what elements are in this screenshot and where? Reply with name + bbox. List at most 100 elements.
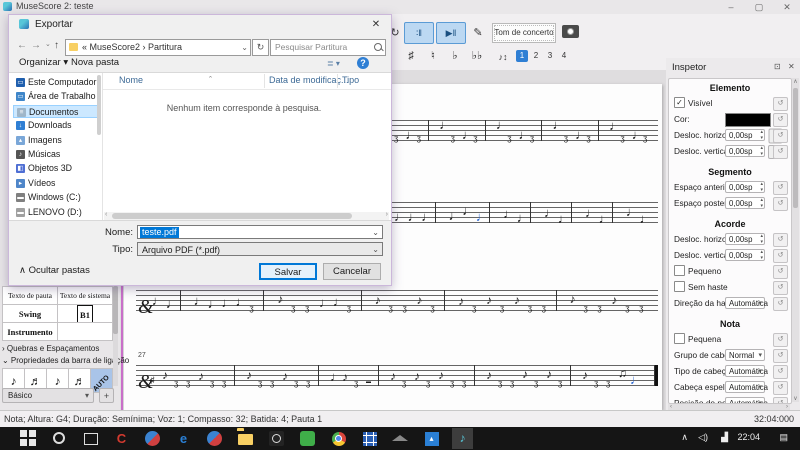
search-input[interactable]: Pesquisar Partitura <box>270 39 386 56</box>
voice-button-1[interactable]: 1 <box>516 50 528 62</box>
add-workspace-button[interactable]: + <box>99 388 114 403</box>
sidebar-item-downloads[interactable]: ↓Downloads <box>13 119 99 132</box>
chevron-down-icon[interactable]: ⌄ <box>241 40 248 55</box>
speaker-icon[interactable]: ◁) <box>698 432 708 443</box>
accidental-double-flat-icon[interactable]: ♭♭ <box>470 48 484 64</box>
voice-button-4[interactable]: 4 <box>558 50 570 62</box>
staff-system-1[interactable]: ʒ♩ʒ♩ʒ♩ʒ♩ʒ♩ʒ♩ʒ♩ʒ♩ʒ♩ʒ <box>392 120 658 141</box>
reset-button[interactable]: ↺ <box>773 129 788 143</box>
select-tipo-de-cabe-a-[interactable]: Automática▾ <box>725 365 765 377</box>
tree-item-propriedades-da-barra-de-liga-o[interactable]: ⌄ Propriedades da barra de ligação <box>2 356 129 365</box>
sidebar-item--rea-de-trabalho[interactable]: ▭Área de Trabalho <box>13 90 99 103</box>
refresh-button[interactable]: ↻ <box>252 39 269 56</box>
close-panel-icon[interactable]: ✕ <box>788 62 795 71</box>
reset-button[interactable]: ↺ <box>773 249 788 263</box>
new-folder-button[interactable]: Nova pasta <box>71 57 119 68</box>
tray-chevron-icon[interactable]: ∧ <box>681 432 688 443</box>
help-icon[interactable]: ? <box>357 57 369 69</box>
palette-cell-texto-de-sistema[interactable]: Texto de sistema <box>57 286 113 305</box>
reset-button[interactable]: ↺ <box>773 365 788 379</box>
view-options-icon[interactable]: ≣ ▾ <box>327 59 349 69</box>
spinbox-desloc-vertical-[interactable]: 0,00sp▴▾ <box>725 249 765 261</box>
checkbox-pequeno[interactable] <box>674 265 685 276</box>
palette-cell-b1[interactable]: B1 <box>57 304 113 323</box>
taskbar-icon-photos[interactable]: ▴ <box>423 430 440 447</box>
concert-pitch-button[interactable]: Tom de concerto <box>492 23 556 43</box>
reset-button[interactable]: ↺ <box>773 233 788 247</box>
search-icon[interactable] <box>374 43 382 51</box>
column-name[interactable]: Nome <box>119 75 143 85</box>
checkbox-pequena[interactable] <box>674 333 685 344</box>
sidebar-item-imagens[interactable]: ▴Imagens <box>13 134 99 147</box>
reset-button[interactable]: ↺ <box>773 349 788 363</box>
save-button[interactable]: Salvar <box>259 263 317 280</box>
chevron-down-icon[interactable]: ▾ <box>758 350 762 362</box>
organize-button[interactable]: Organizar ▾ <box>19 57 68 68</box>
workspace-select[interactable]: Básico ▾ <box>2 388 94 403</box>
metronome-button[interactable]: ✎ <box>468 22 488 44</box>
staff-system-3[interactable]: &♩♩♩♩♩♩ʒ♪ʒʒ♩♩ʒ♪ʒʒ♪ʒ♪ʒ♪ʒ♪ʒʒ♪ʒʒ♪ʒʒ <box>136 290 658 311</box>
sidebar-item-este-computador[interactable]: ▭Este Computador <box>13 76 99 89</box>
sidebar-item-v-deos[interactable]: ▸Vídeos <box>13 177 99 190</box>
clock-time[interactable]: 22:04 <box>737 432 760 442</box>
play-repeats-button[interactable]: ▶‖ <box>436 22 466 44</box>
palette-cell-empty[interactable] <box>57 322 113 341</box>
reset-button[interactable]: ↺ <box>773 397 788 404</box>
taskbar-icon-file-explorer[interactable] <box>237 430 254 447</box>
spinbox-desloc-horizontal-[interactable]: 0,00sp▴▾ <box>725 129 765 141</box>
taskbar-icon-chrome[interactable] <box>330 430 347 447</box>
taskbar-icon-task-view[interactable] <box>82 430 99 447</box>
chevron-down-icon[interactable]: ▾ <box>758 382 762 394</box>
taskbar-icon-musescore[interactable]: ♪ <box>454 430 471 447</box>
inspector-vscrollbar[interactable]: ∧ ∨ <box>792 78 799 402</box>
hide-folders-button[interactable]: ∧ Ocultar pastas <box>19 265 90 276</box>
sidebar-item-documentos[interactable]: ≡Documentos <box>13 105 99 118</box>
sidebar-item-objetos-3d[interactable]: ◧Objetos 3D <box>13 162 99 175</box>
reset-button[interactable]: ↺ <box>773 281 788 295</box>
taskbar-icon-office[interactable] <box>361 430 378 447</box>
accidental-flat-icon[interactable]: ♭ <box>448 48 462 64</box>
breadcrumb[interactable]: « MuseScore2 › Partitura ⌄ <box>65 39 251 56</box>
taskbar-icon-app-paint[interactable] <box>206 430 223 447</box>
sidebar-item-lenovo-d-[interactable]: ▬LENOVO (D:) <box>13 206 99 219</box>
checkbox-vis-vel[interactable]: ✓ <box>674 97 685 108</box>
voice-button-2[interactable]: 2 <box>530 50 542 62</box>
taskbar-icon-app-sphere[interactable] <box>144 430 161 447</box>
reset-button[interactable]: ↺ <box>773 113 788 127</box>
voice-button-3[interactable]: 3 <box>544 50 556 62</box>
accidental-sharp-icon[interactable]: ♯ <box>404 48 418 64</box>
column-type[interactable]: Tipo <box>342 75 359 85</box>
forward-icon[interactable]: → <box>31 40 41 51</box>
file-list-hscrollbar[interactable]: ‹› <box>104 212 389 220</box>
spin-stepper[interactable]: ▴▾ <box>760 145 763 157</box>
reset-button[interactable]: ↺ <box>773 181 788 195</box>
reset-button[interactable]: ↺ <box>773 381 788 395</box>
taskbar-icon-edge[interactable]: e <box>175 430 192 447</box>
select-posi-o-do-ponto-[interactable]: Automática▾ <box>725 397 765 404</box>
palette-cell-swing[interactable]: Swing <box>2 304 58 323</box>
accidental-natural-icon[interactable]: ♮ <box>426 48 440 64</box>
spin-stepper[interactable]: ▴▾ <box>760 233 763 245</box>
palette-cell-texto-de-pauta[interactable]: Texto de pauta <box>2 286 58 305</box>
chevron-down-icon[interactable]: ▾ <box>758 366 762 378</box>
recent-locations-icon[interactable]: ⌄ <box>45 40 51 48</box>
palette-scrollbar[interactable] <box>113 286 118 386</box>
flip-direction-button[interactable]: ♪↕ <box>492 48 514 66</box>
loop-playback-button[interactable]: ∶‖ <box>404 22 434 44</box>
network-icon[interactable]: ▟ <box>721 432 728 443</box>
spinbox-espa-o-anterior-[interactable]: 0,00sp▴▾ <box>725 181 765 193</box>
dialog-close-button[interactable]: ✕ <box>361 15 391 35</box>
sidebar-scrollbar[interactable] <box>97 75 101 135</box>
chevron-down-icon[interactable]: ⌄ <box>372 226 379 239</box>
file-type-select[interactable]: Arquivo PDF (*.pdf) ⌄ <box>137 242 383 256</box>
file-name-value[interactable]: teste.pdf <box>140 227 179 238</box>
file-name-input[interactable]: teste.pdf ⌄ <box>137 225 383 239</box>
spin-stepper[interactable]: ▴▾ <box>760 129 763 141</box>
spin-stepper[interactable]: ▴▾ <box>760 249 763 261</box>
sidebar-item-m-sicas[interactable]: ♪Músicas <box>13 148 99 161</box>
taskbar-icon-app-red[interactable]: C <box>113 430 130 447</box>
breadcrumb-path[interactable]: « MuseScore2 › Partitura <box>82 40 182 55</box>
spinbox-desloc-vertical-[interactable]: 0,00sp▴▾ <box>725 145 765 157</box>
color-swatch[interactable] <box>725 113 771 127</box>
select-dire-o-da-haste-[interactable]: Automática▾ <box>725 297 765 309</box>
